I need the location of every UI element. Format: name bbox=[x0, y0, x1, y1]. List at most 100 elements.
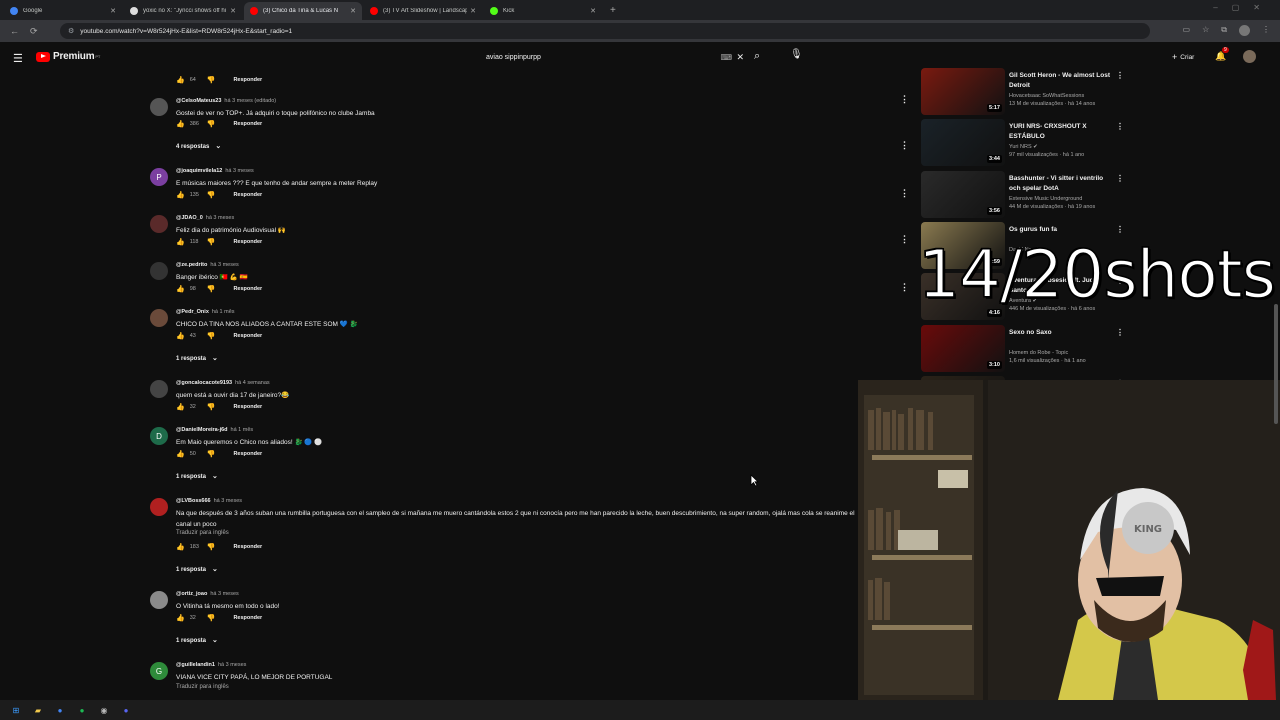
dislike-icon[interactable]: 👎 bbox=[207, 450, 216, 458]
new-tab-button[interactable]: + bbox=[610, 2, 616, 20]
comment-avatar[interactable] bbox=[150, 215, 168, 233]
video-menu-icon[interactable]: ⋮ bbox=[1116, 71, 1124, 80]
video-title[interactable]: Basshunter - Vi sitter i ventrilo och sp… bbox=[1009, 174, 1113, 194]
tab-close-icon[interactable]: ✕ bbox=[470, 7, 476, 15]
dislike-icon[interactable]: 👎 bbox=[207, 332, 216, 340]
create-button[interactable]: + Criar bbox=[1166, 50, 1200, 64]
video-thumbnail[interactable]: 3:56 bbox=[921, 171, 1005, 218]
address-bar[interactable]: ⚙ youtube.com/watch?v=W8r524jHx-E&list=R… bbox=[60, 23, 1150, 39]
tab-close-icon[interactable]: ✕ bbox=[350, 7, 356, 15]
page-scrollbar[interactable] bbox=[1273, 44, 1279, 700]
file-explorer-icon[interactable]: ▰ bbox=[32, 704, 44, 716]
profile-avatar[interactable] bbox=[1239, 25, 1250, 36]
reply-button[interactable]: Responder bbox=[233, 192, 262, 198]
dislike-icon[interactable]: 👎 bbox=[207, 120, 216, 128]
video-channel[interactable]: Hovacetsaac SoWhatSessions bbox=[1009, 93, 1084, 99]
video-menu-icon[interactable]: ⋮ bbox=[1116, 174, 1124, 183]
comment-avatar[interactable] bbox=[150, 262, 168, 280]
comment-avatar[interactable] bbox=[150, 309, 168, 327]
window-controls[interactable]: –▢✕ bbox=[1213, 3, 1274, 12]
video-thumbnail[interactable]: 3:10 bbox=[921, 325, 1005, 372]
scrollbar-thumb[interactable] bbox=[1274, 304, 1278, 424]
like-icon[interactable]: 👍 bbox=[176, 543, 185, 551]
reply-button[interactable]: Responder bbox=[233, 451, 262, 457]
view-replies-button[interactable]: 4 respostas ⌄ bbox=[176, 142, 221, 150]
dislike-icon[interactable]: 👎 bbox=[207, 403, 216, 411]
comment-author[interactable]: @CelsoMateus23 bbox=[176, 98, 221, 104]
site-info-icon[interactable]: ⚙ bbox=[68, 27, 74, 35]
browser-tab[interactable]: (3) Chico da Tina & Lucas N ✕ bbox=[244, 2, 362, 20]
like-icon[interactable]: 👍 bbox=[176, 191, 185, 199]
search-icon[interactable]: ⌕ bbox=[754, 50, 760, 63]
recommended-video[interactable]: 3:56 Basshunter - Vi sitter i ventrilo oc… bbox=[920, 171, 1280, 222]
video-menu-icon[interactable]: ⋮ bbox=[1116, 328, 1124, 337]
video-thumbnail[interactable]: 5:17 bbox=[921, 68, 1005, 115]
extensions-icon[interactable]: ⧉ bbox=[1221, 25, 1227, 36]
like-icon[interactable]: 👍 bbox=[176, 238, 185, 246]
comment-avatar[interactable] bbox=[150, 380, 168, 398]
notifications-bell-icon[interactable]: 🔔 9 bbox=[1215, 47, 1229, 62]
comment-menu-icon[interactable]: ⋮ bbox=[900, 188, 909, 199]
dislike-icon[interactable]: 👎 bbox=[207, 238, 216, 246]
video-menu-icon[interactable]: ⋮ bbox=[1116, 122, 1124, 131]
comment-avatar[interactable] bbox=[150, 98, 168, 116]
reply-button[interactable]: Responder bbox=[233, 333, 262, 339]
reply-button[interactable]: Responder bbox=[233, 77, 262, 83]
clear-search-icon[interactable]: ✕ bbox=[736, 52, 744, 63]
recommended-video[interactable]: 3:10 Sexo no Saxo Homem do Robe - Topic 1,6… bbox=[920, 325, 1280, 376]
comment-author[interactable]: @joaquimvilela12 bbox=[176, 168, 222, 174]
view-replies-button[interactable]: 1 resposta ⌄ bbox=[176, 472, 218, 480]
like-icon[interactable]: 👍 bbox=[176, 285, 185, 293]
windows-icon[interactable]: ⊞ bbox=[10, 704, 22, 716]
hamburger-menu-icon[interactable]: ☰ bbox=[13, 52, 23, 65]
comment-author[interactable]: @guillelandin1 bbox=[176, 662, 215, 668]
video-channel[interactable]: Extensive Music Underground bbox=[1009, 196, 1082, 202]
view-replies-button[interactable]: 1 resposta ⌄ bbox=[176, 565, 218, 573]
dislike-icon[interactable]: 👎 bbox=[207, 543, 216, 551]
comment-author[interactable]: @ortiz_joao bbox=[176, 591, 207, 597]
dislike-icon[interactable]: 👎 bbox=[207, 191, 216, 199]
video-channel[interactable]: Yuri NRS ✔ bbox=[1009, 144, 1038, 150]
video-title[interactable]: YURI NRS- CRXSHOUT X ESTÁBULO bbox=[1009, 122, 1113, 142]
video-menu-icon[interactable]: ⋮ bbox=[1116, 225, 1124, 234]
browser-tab[interactable]: Kick ✕ bbox=[484, 2, 602, 20]
comment-menu-icon[interactable]: ⋮ bbox=[900, 140, 909, 151]
tab-close-icon[interactable]: ✕ bbox=[590, 7, 596, 15]
back-icon[interactable]: ← bbox=[10, 26, 20, 36]
video-title[interactable]: Gil Scott Heron - We almost Lost Detroit bbox=[1009, 71, 1113, 91]
account-avatar[interactable] bbox=[1243, 50, 1256, 63]
reply-button[interactable]: Responder bbox=[233, 544, 262, 550]
keyboard-icon[interactable]: ⌨ bbox=[720, 53, 732, 62]
reply-button[interactable]: Responder bbox=[233, 404, 262, 410]
translate-link[interactable]: Traduzir para inglês bbox=[176, 530, 229, 536]
comment-avatar[interactable] bbox=[150, 591, 168, 609]
comment-author[interactable]: @Pedr_Onix bbox=[176, 309, 209, 315]
video-title[interactable]: Os gurus fun fa bbox=[1009, 225, 1113, 235]
dislike-icon[interactable]: 👎 bbox=[207, 614, 216, 622]
like-icon[interactable]: 👍 bbox=[176, 332, 185, 340]
comment-avatar[interactable] bbox=[150, 498, 168, 516]
comment-author[interactable]: @DanielMoreira-j6d bbox=[176, 427, 228, 433]
recommended-video[interactable]: 3:44 YURI NRS- CRXSHOUT X ESTÁBULO Yuri NR… bbox=[920, 119, 1280, 170]
dislike-icon[interactable]: 👎 bbox=[207, 76, 216, 84]
dislike-icon[interactable]: 👎 bbox=[207, 285, 216, 293]
comment-author[interactable]: @ze.pedrito bbox=[176, 262, 207, 268]
obs-icon[interactable]: ◉ bbox=[98, 704, 110, 716]
comment-author[interactable]: @LVBoss666 bbox=[176, 498, 211, 504]
comment-time[interactable]: há 4 semanas bbox=[235, 380, 270, 386]
comment-menu-icon[interactable]: ⋮ bbox=[900, 282, 909, 293]
comment-author[interactable]: @JDAO_0 bbox=[176, 215, 203, 221]
video-channel[interactable]: Homem do Robe - Topic bbox=[1009, 350, 1068, 356]
comment-time[interactable]: há 3 meses bbox=[218, 662, 246, 668]
chrome-icon[interactable]: ● bbox=[54, 704, 66, 716]
like-icon[interactable]: 👍 bbox=[176, 76, 185, 84]
reply-button[interactable]: Responder bbox=[233, 286, 262, 292]
video-title[interactable]: Sexo no Saxo bbox=[1009, 328, 1113, 338]
like-icon[interactable]: 👍 bbox=[176, 120, 185, 128]
comment-author[interactable]: @goncalocacote9193 bbox=[176, 380, 232, 386]
reply-button[interactable]: Responder bbox=[233, 239, 262, 245]
reply-button[interactable]: Responder bbox=[233, 121, 262, 127]
comment-time[interactable]: há 3 meses bbox=[206, 215, 234, 221]
tab-close-icon[interactable]: ✕ bbox=[110, 7, 116, 15]
comment-menu-icon[interactable]: ⋮ bbox=[900, 234, 909, 245]
